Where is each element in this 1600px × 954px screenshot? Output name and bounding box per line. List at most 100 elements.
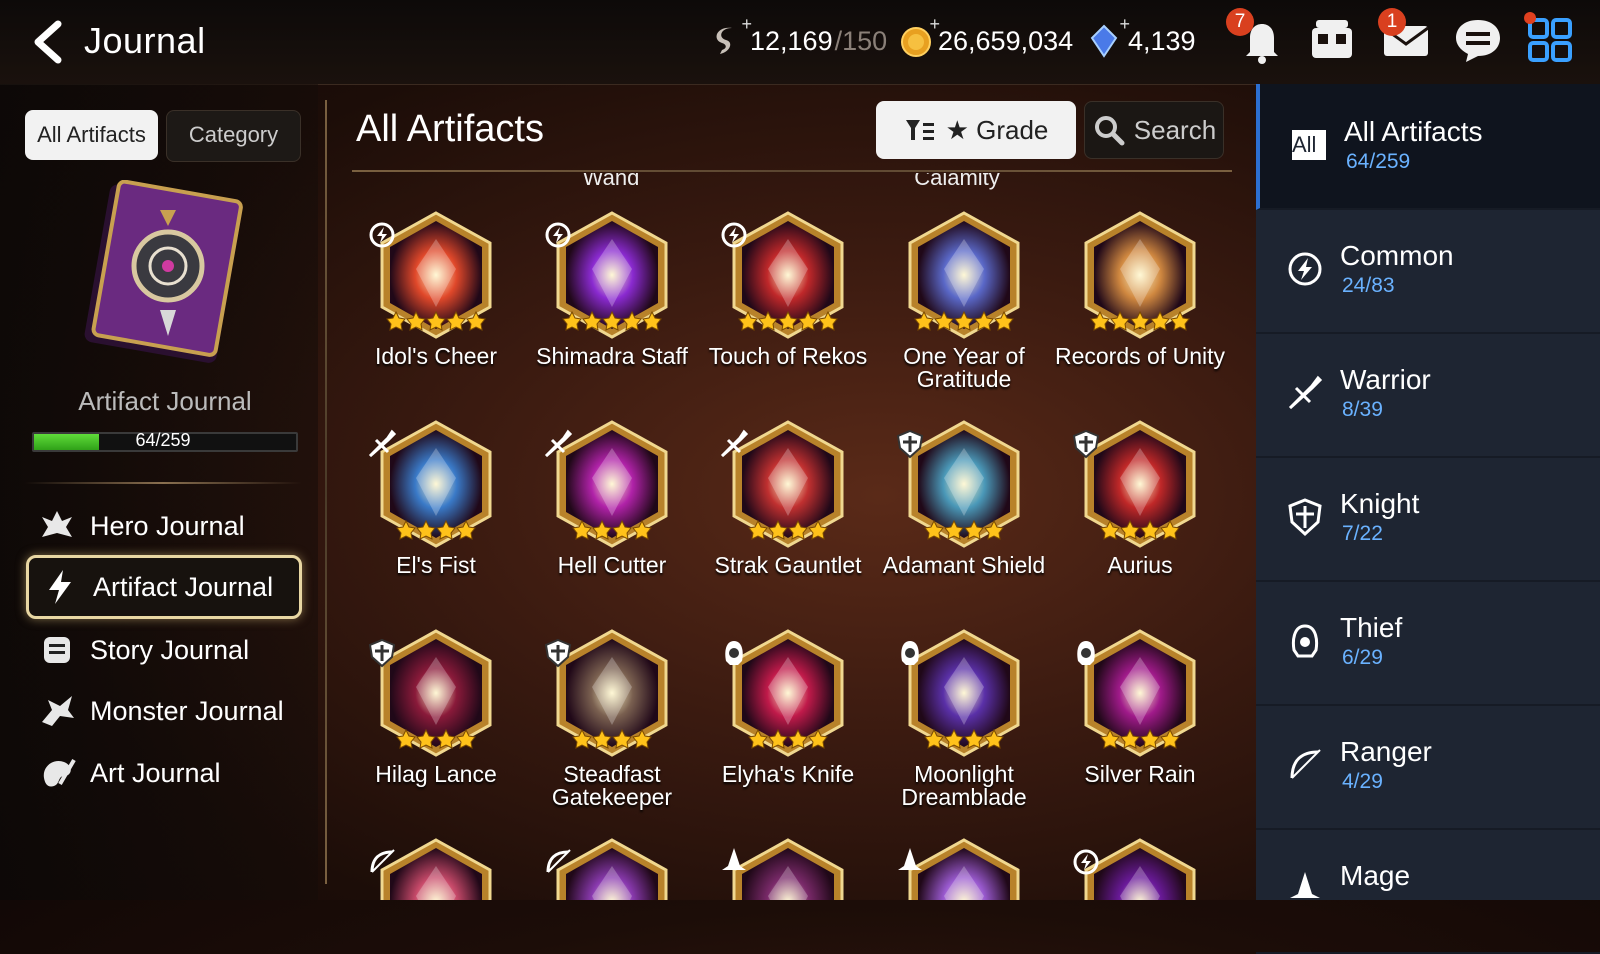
artifact-card[interactable]: Strak Gauntlet	[700, 418, 876, 577]
crystal-icon: +	[1090, 14, 1130, 58]
artifact-card[interactable]: Elyha's Knife	[700, 627, 876, 786]
artifact-card[interactable]	[876, 836, 1052, 900]
artifact-icon	[1084, 211, 1196, 339]
shop-icon[interactable]	[1306, 14, 1358, 66]
header-divider	[352, 170, 1232, 172]
category-warrior[interactable]: Warrior 8/39	[1256, 332, 1600, 458]
nav-art-journal[interactable]: Art Journal	[26, 744, 296, 802]
artifact-name: Aurius	[1107, 552, 1173, 578]
artifact-card[interactable]: Idol's Cheer	[348, 209, 524, 368]
category-count: 24/83	[1342, 274, 1395, 297]
artifact-card[interactable]: Shimadra Staff	[524, 209, 700, 368]
nav-artifact-journal[interactable]: Artifact Journal	[26, 555, 302, 619]
tab-category[interactable]: Category	[166, 110, 301, 162]
crystal-display[interactable]: + 4,139	[1090, 14, 1196, 58]
stamina-display[interactable]: + 12,169/150	[712, 14, 888, 58]
artifact-name: One Year of Gratitude	[903, 343, 1025, 392]
gold-value: 26,659,034	[938, 25, 1074, 56]
artifact-name: Hilag Lance	[375, 761, 497, 787]
artifact-name: Steadfast Gatekeeper	[551, 761, 673, 810]
artifact-card[interactable]: Hell Cutter	[524, 418, 700, 577]
artifact-card[interactable]: Silver Rain	[1052, 627, 1228, 786]
knight-class-icon	[544, 638, 572, 668]
mage-class-icon	[898, 848, 922, 870]
category-name: Common	[1340, 240, 1454, 271]
category-count: 64/259	[1346, 150, 1411, 173]
knight-icon	[1288, 498, 1322, 537]
artifact-name: Moonlight Dreamblade	[901, 761, 1027, 810]
category-all-artifacts[interactable]: All All Artifacts 64/259	[1256, 84, 1600, 210]
category-name: All Artifacts	[1344, 116, 1483, 147]
artifact-card[interactable]	[700, 836, 876, 900]
artifact-name: Adamant Shield	[882, 552, 1046, 578]
artifact-card[interactable]	[1052, 836, 1228, 900]
search-button[interactable]: Search	[1084, 101, 1224, 159]
mail-badge: 1	[1378, 8, 1406, 36]
thief-class-icon	[725, 641, 743, 665]
category-name: Thief	[1340, 612, 1403, 643]
scroll-icon	[44, 637, 70, 663]
divider	[24, 482, 302, 484]
artifact-card[interactable]: Aurius	[1052, 418, 1228, 577]
common-class-icon	[369, 222, 395, 248]
warrior-class-icon	[368, 429, 397, 458]
gold-coin-icon: +	[900, 14, 940, 58]
category-mage[interactable]: Mage	[1256, 828, 1600, 954]
stamina-icon: +	[712, 14, 752, 58]
artifact-card[interactable]: One Year of Gratitude	[876, 209, 1052, 391]
page-title: Journal	[84, 20, 206, 61]
category-name: Warrior	[1340, 364, 1431, 395]
top-bar: Journal + 12,169/150 + 26,659,034 + 4,13…	[0, 0, 1600, 85]
thief-class-icon	[1077, 641, 1095, 665]
grade-label: ★ Grade	[945, 114, 1049, 145]
nav-monster-journal[interactable]: Monster Journal	[26, 682, 296, 740]
search-icon	[1094, 116, 1125, 146]
mage-class-icon	[722, 848, 746, 870]
all-icon-label: All	[1292, 132, 1317, 157]
menu-dot	[1524, 12, 1536, 24]
artifact-card[interactable]: Moonlight Dreamblade	[876, 627, 1052, 809]
warrior-icon	[1288, 375, 1323, 410]
vertical-divider	[325, 100, 327, 884]
artifact-card[interactable]: El's Fist	[348, 418, 524, 577]
artifact-card[interactable]	[524, 836, 700, 900]
artifact-card[interactable]: Adamant Shield	[876, 418, 1052, 577]
lightning-icon	[49, 570, 71, 604]
tab-all-artifacts[interactable]: All Artifacts	[25, 110, 158, 160]
artifact-card[interactable]: Touch of Rekos	[700, 209, 876, 368]
back-arrow-icon[interactable]	[26, 18, 70, 66]
gold-display[interactable]: + 26,659,034	[900, 14, 1074, 58]
common-icon	[1288, 252, 1322, 286]
mage-icon	[1290, 872, 1320, 898]
artifact-name: Touch of Rekos	[708, 343, 868, 369]
stamina-max: /150	[834, 25, 888, 56]
nav-story-journal[interactable]: Story Journal	[26, 621, 296, 679]
artifact-card[interactable]: Steadfast Gatekeeper	[524, 627, 700, 809]
category-count: 7/22	[1342, 522, 1383, 545]
search-label: Search	[1133, 114, 1217, 145]
category-name: Knight	[1340, 488, 1420, 519]
category-thief[interactable]: Thief 6/29	[1256, 580, 1600, 706]
category-common[interactable]: Common 24/83	[1256, 208, 1600, 334]
stamina-value: 12,169	[750, 25, 833, 56]
filter-sort-icon	[905, 120, 934, 140]
chat-icon[interactable]	[1452, 14, 1504, 66]
category-name: Mage	[1340, 860, 1411, 891]
nav-label: Artifact Journal	[93, 571, 274, 602]
artifact-card[interactable]	[348, 836, 524, 900]
artifact-name: Records of Unity	[1054, 343, 1225, 369]
artifact-card[interactable]: Hilag Lance	[348, 627, 524, 786]
artifact-name: Idol's Cheer	[374, 343, 497, 369]
notification-badge: 7	[1226, 8, 1254, 36]
artifact-journal-book-icon	[84, 180, 243, 363]
grade-sort-button[interactable]: ★ Grade	[876, 101, 1076, 159]
nav-hero-journal[interactable]: Hero Journal	[26, 497, 296, 555]
category-count: 8/39	[1342, 398, 1383, 421]
category-knight[interactable]: Knight 7/22	[1256, 456, 1600, 582]
category-sidebar: All All Artifacts 64/259 Common 24/83 Warrior…	[1256, 84, 1600, 954]
category-ranger[interactable]: Ranger 4/29	[1256, 704, 1600, 830]
artifact-card[interactable]: Records of Unity	[1052, 209, 1228, 368]
artifact-name: Hell Cutter	[557, 552, 667, 578]
journal-progress-text: 64/259	[135, 430, 191, 450]
artifact-grid: Wand Calamity Idol's Cheer Shimadra Staff…	[340, 173, 1240, 900]
